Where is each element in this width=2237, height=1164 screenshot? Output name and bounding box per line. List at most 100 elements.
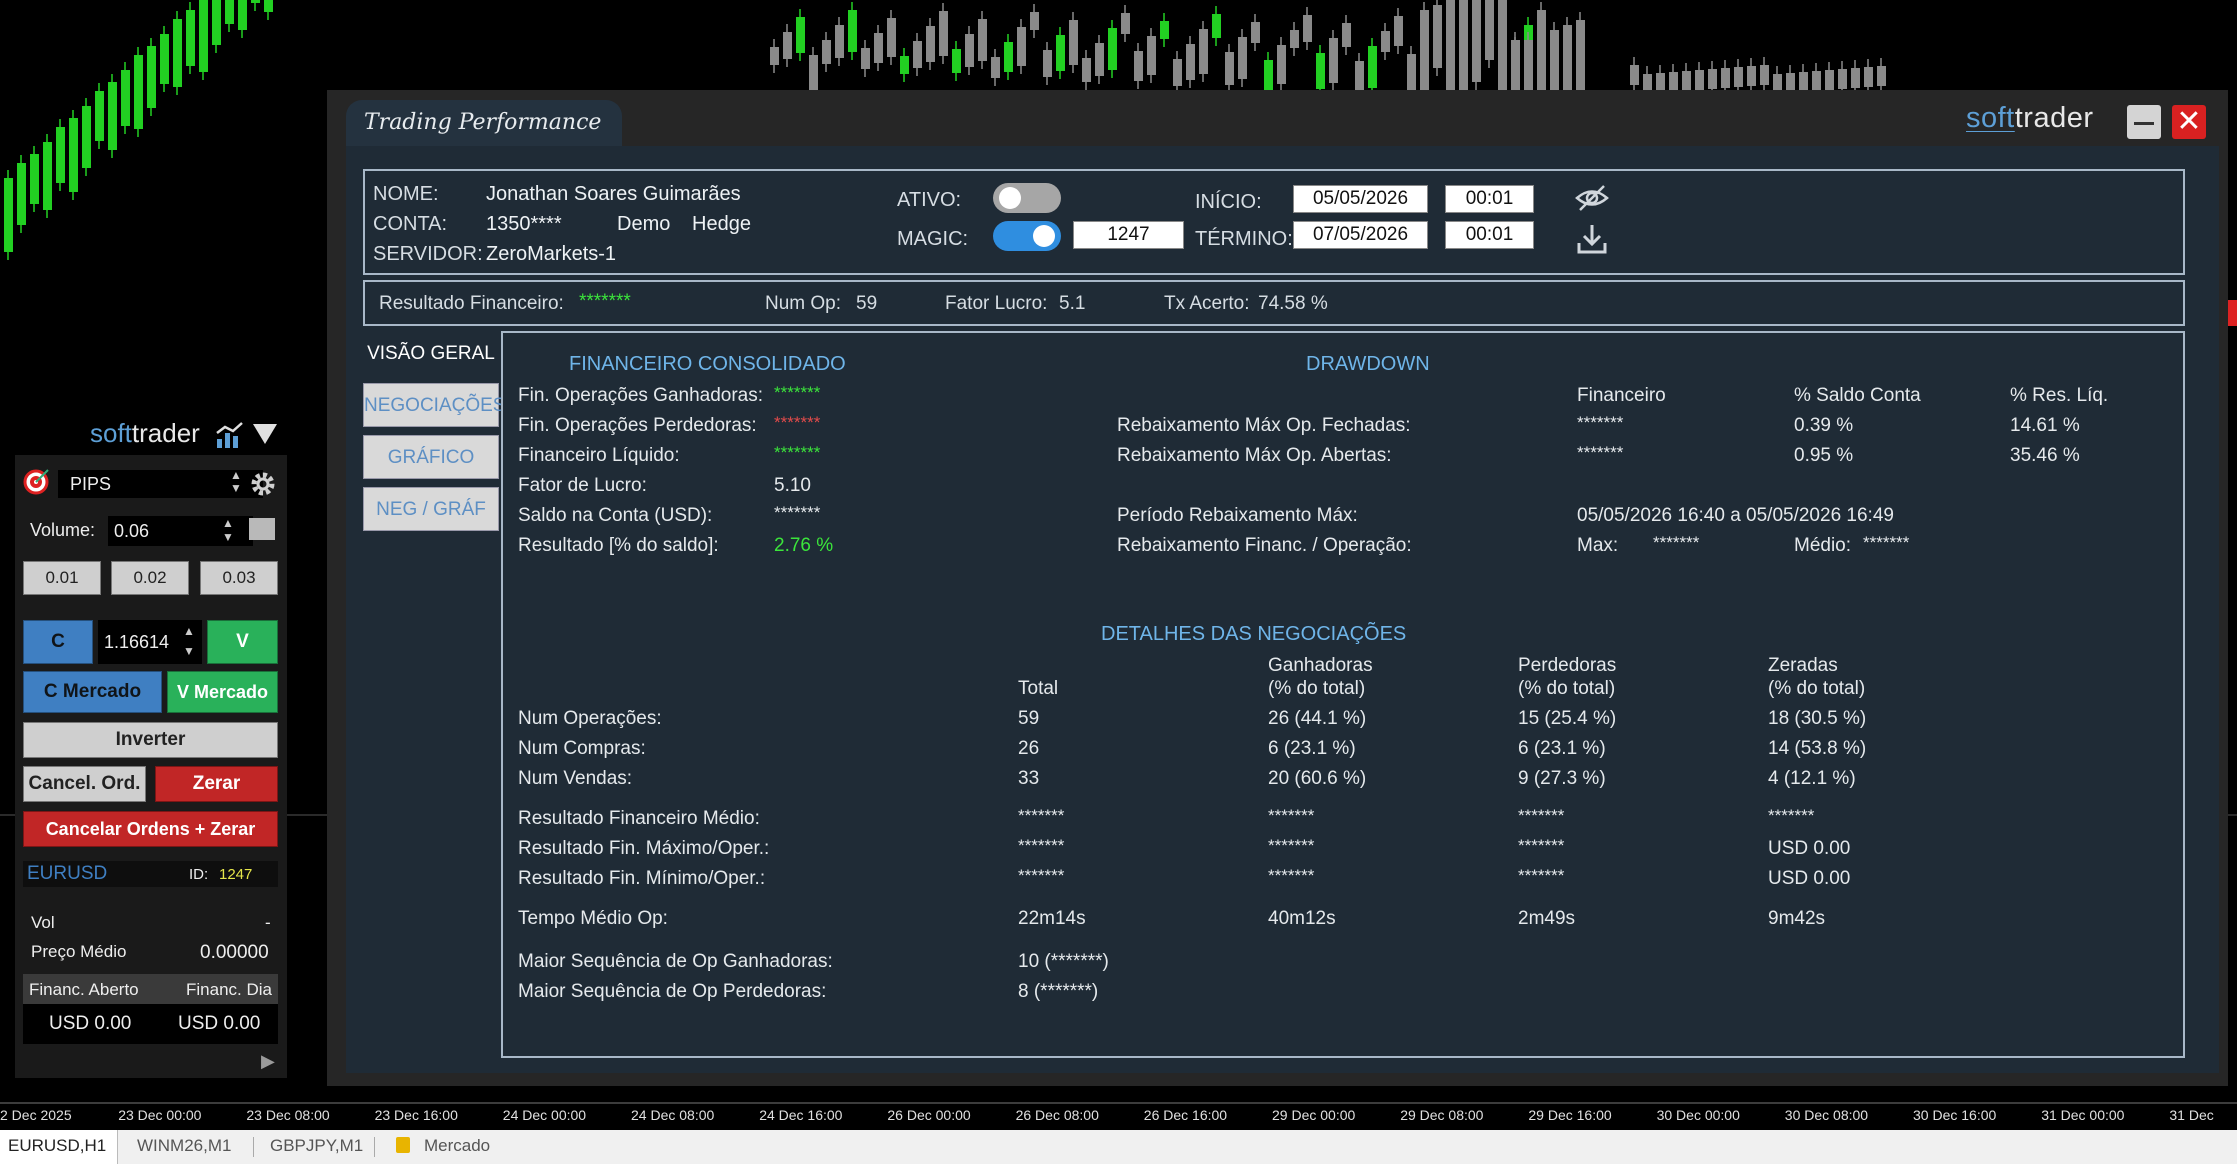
dd-max-value: *******	[1653, 533, 1700, 552]
tab-winm26-m1[interactable]: WINM26,M1	[137, 1136, 231, 1156]
tab-visao-geral[interactable]: VISÃO GERAL	[363, 332, 499, 376]
candle-body	[1446, 0, 1455, 86]
candle-body	[1134, 51, 1143, 81]
summary-bar: Resultado Financeiro: ******* Num Op: 59…	[363, 280, 2185, 326]
candle-body	[861, 48, 870, 69]
dd-periodo-value: 05/05/2026 16:40 a 05/05/2026 16:49	[1577, 505, 1894, 526]
candle-body	[1433, 5, 1442, 68]
preset-003-button[interactable]: 0.03	[200, 561, 278, 595]
financ-values: USD 0.00 USD 0.00	[23, 1004, 278, 1044]
financ-aberto-value: USD 0.00	[49, 1013, 132, 1034]
dd-fechadas-label: Rebaixamento Máx Op. Fechadas:	[1117, 415, 1411, 436]
detail-cell: *******	[1268, 836, 1315, 855]
price-spinner-icon[interactable]: ▲ ▼	[183, 621, 195, 661]
expand-arrow-icon[interactable]: ▶	[261, 1051, 275, 1072]
gear-icon[interactable]	[249, 470, 277, 498]
cancel-orders-button[interactable]: Cancel. Ord.	[23, 766, 146, 802]
preset-002-button[interactable]: 0.02	[111, 561, 189, 595]
buy-button[interactable]: C	[23, 620, 93, 664]
preco-medio-value: 0.00000	[200, 942, 269, 963]
cancel-zero-button[interactable]: Cancelar Ordens + Zerar	[23, 811, 278, 847]
candle-body	[1864, 67, 1873, 87]
mode-spinner-icon[interactable]: ▲ ▼	[230, 469, 242, 495]
termino-label: TÉRMINO:	[1195, 228, 1293, 250]
candle-body	[1277, 45, 1286, 84]
sell-market-button[interactable]: V Mercado	[167, 671, 278, 713]
col-zeradas-pct: (% do total)	[1768, 678, 1866, 699]
panel-header: softtrader	[15, 413, 287, 455]
candle-body	[783, 32, 792, 59]
eye-hidden-icon[interactable]	[1574, 183, 1610, 213]
detail-row-label: Maior Sequência de Op Ganhadoras:	[518, 951, 833, 972]
detail-cell: 18 (30.5 %)	[1768, 708, 1867, 729]
invert-button[interactable]: Inverter	[23, 722, 278, 758]
close-icon[interactable]: ✕	[2172, 105, 2206, 139]
candle-body	[69, 118, 78, 192]
candle-body	[1290, 30, 1299, 48]
candle-body	[835, 25, 844, 58]
candle-body	[1056, 35, 1065, 71]
time-axis-label: 31 Dec 00:00	[2041, 1107, 2125, 1123]
termino-time-input[interactable]: 00:01	[1445, 221, 1534, 249]
detail-cell: 26	[1018, 738, 1040, 759]
detail-row-label: Resultado Financeiro Médio:	[518, 808, 760, 829]
candle-body	[1199, 29, 1208, 74]
account-label: CONTA:	[373, 213, 448, 235]
ativo-toggle[interactable]	[993, 183, 1061, 213]
candle-body	[199, 0, 208, 72]
chevron-down-icon[interactable]	[252, 423, 278, 445]
numop-value: 59	[856, 293, 878, 314]
inicio-label: INÍCIO:	[1195, 191, 1262, 213]
fin-ganhadoras-label: Fin. Operações Ganhadoras:	[518, 385, 764, 406]
candle-body	[134, 55, 143, 129]
candle-body	[82, 106, 91, 168]
magic-input[interactable]: 1247	[1073, 221, 1184, 249]
tab-negociacoes[interactable]: NEGOCIAÇÕES	[363, 383, 505, 427]
volume-spinner-icon[interactable]: ▲ ▼	[222, 516, 234, 544]
candle-body	[1485, 0, 1494, 60]
tab-grafico[interactable]: GRÁFICO	[363, 435, 499, 479]
minimize-icon[interactable]	[2127, 105, 2161, 139]
candle-body	[1721, 68, 1730, 88]
tx-label: Tx Acerto:	[1164, 293, 1250, 314]
account-name: Jonathan Soares Guimarães	[486, 183, 741, 205]
candle-body	[173, 19, 182, 87]
candle-body	[1264, 60, 1273, 90]
zero-button[interactable]: Zerar	[155, 766, 278, 802]
candle-body	[965, 34, 974, 67]
tab-gbpjpy-m1[interactable]: GBPJPY,M1	[270, 1136, 363, 1156]
inicio-time-input[interactable]: 00:01	[1445, 185, 1534, 213]
window-title: Trading Performance	[364, 110, 602, 135]
detail-row-label: Tempo Médio Op:	[518, 908, 668, 929]
financ-dia-value: USD 0.00	[178, 1013, 261, 1034]
margin-mode: Hedge	[692, 213, 751, 235]
tab-eurusd-h1[interactable]: EURUSD,H1	[8, 1136, 106, 1156]
time-axis-label: 24 Dec 16:00	[759, 1107, 843, 1123]
dd-col-res: % Res. Líq.	[2010, 385, 2109, 406]
tx-value: 74.58 %	[1258, 293, 1328, 314]
time-axis-label: 23 Dec 16:00	[374, 1107, 458, 1123]
time-axis-label: 26 Dec 16:00	[1143, 1107, 1228, 1123]
chart-stats-icon[interactable]	[215, 421, 245, 449]
preset-001-button[interactable]: 0.01	[23, 561, 101, 595]
tab-neg-graf[interactable]: NEG / GRÁF	[363, 487, 499, 531]
inicio-date-input[interactable]: 05/05/2026	[1293, 185, 1428, 213]
dd-abertas-saldo: 0.95 %	[1794, 445, 1854, 466]
candle-body	[900, 56, 909, 74]
resultado-value: *******	[579, 291, 631, 312]
sell-button[interactable]: V	[207, 620, 278, 664]
dd-fechadas-res: 14.61 %	[2010, 415, 2080, 436]
col-total: Total	[1018, 678, 1059, 699]
termino-date-input[interactable]: 07/05/2026	[1293, 221, 1428, 249]
fator-lucro-label: Fator de Lucro:	[518, 475, 647, 496]
download-icon[interactable]	[1576, 223, 1608, 255]
candle-body	[848, 10, 857, 52]
tab-mercado[interactable]: Mercado	[424, 1136, 490, 1156]
candle-body	[264, 0, 273, 12]
financ-dia-label: Financ. Dia	[186, 980, 272, 999]
detail-cell: 22m14s	[1018, 908, 1086, 929]
magic-toggle[interactable]	[993, 221, 1061, 251]
volume-options-icon[interactable]	[249, 518, 275, 540]
buy-market-button[interactable]: C Mercado	[23, 671, 162, 713]
tab-divider	[253, 1137, 254, 1157]
